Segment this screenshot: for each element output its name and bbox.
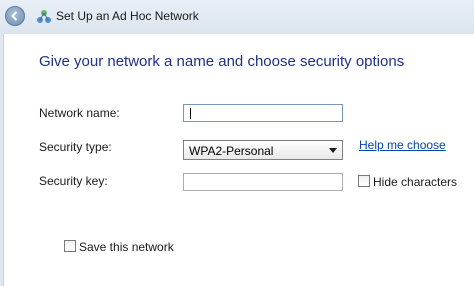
title-bar: Set Up an Ad Hoc Network — [0, 0, 474, 34]
chevron-down-icon — [329, 148, 337, 153]
security-type-select[interactable]: WPA2-Personal — [183, 140, 343, 160]
page-heading: Give your network a name and choose secu… — [39, 53, 405, 70]
save-network-checkbox[interactable] — [64, 240, 76, 252]
hide-characters-checkbox[interactable] — [358, 175, 370, 187]
back-arrow-icon — [11, 11, 18, 21]
save-network-label: Save this network — [79, 240, 174, 254]
security-type-value: WPA2-Personal — [189, 144, 274, 158]
window-title: Set Up an Ad Hoc Network — [56, 9, 199, 23]
network-name-label: Network name: — [39, 106, 120, 120]
security-type-label: Security type: — [39, 140, 112, 154]
network-name-input[interactable] — [183, 104, 343, 122]
text-caret — [190, 108, 191, 119]
help-me-choose-link[interactable]: Help me choose — [359, 138, 446, 152]
wizard-page: Give your network a name and choose secu… — [3, 34, 474, 286]
network-icon — [37, 10, 51, 23]
back-button[interactable] — [5, 6, 25, 26]
security-key-label: Security key: — [39, 174, 108, 188]
security-key-input[interactable] — [183, 173, 343, 191]
hide-characters-label: Hide characters — [373, 175, 458, 189]
